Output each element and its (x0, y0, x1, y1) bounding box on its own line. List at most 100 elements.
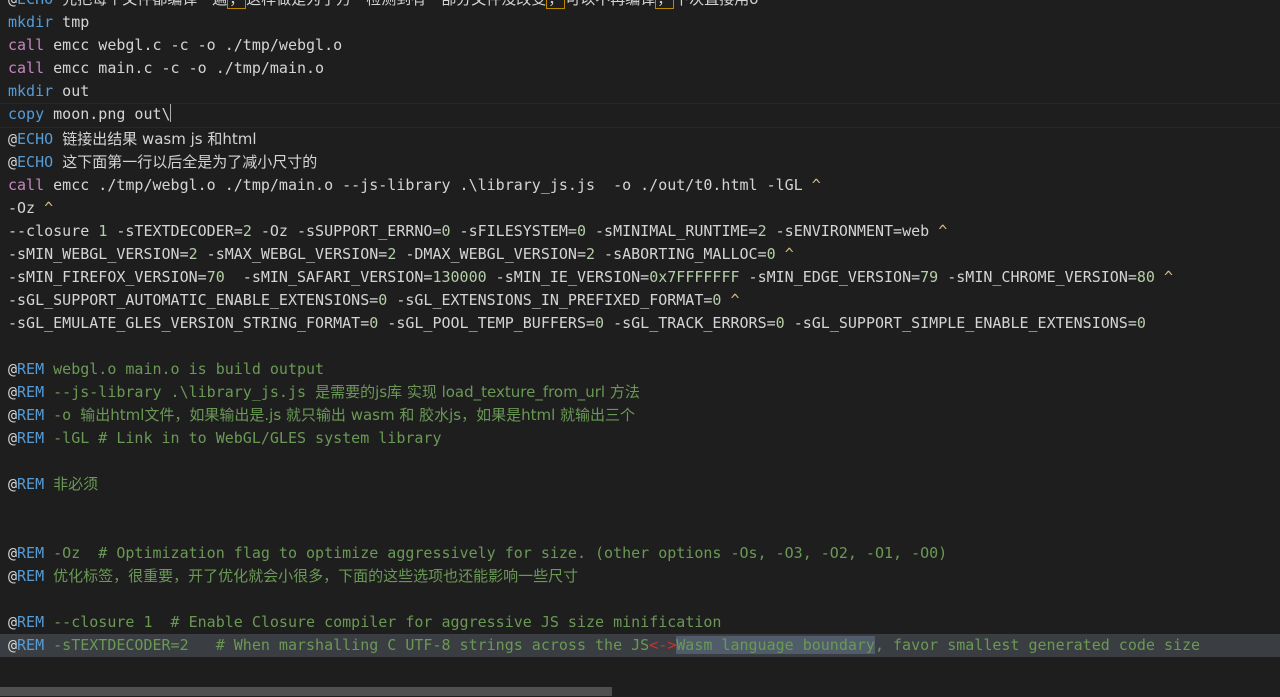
code-token: @ (8, 613, 18, 631)
code-token: mkdir (8, 82, 54, 100)
code-token: 非必须 (53, 475, 99, 493)
horizontal-scrollbar-thumb[interactable] (0, 687, 612, 696)
code-token: @ (8, 567, 18, 585)
code-token: copy (8, 105, 45, 123)
code-line[interactable]: -Oz ^ (0, 197, 1280, 220)
code-token: emcc ./tmp/webgl.o ./tmp/main.o --js-lib… (44, 176, 812, 194)
code-line[interactable]: call emcc main.c -c -o ./tmp/main.o (0, 57, 1280, 80)
code-token: ECHO (17, 130, 54, 148)
code-line[interactable]: @REM --closure 1 # Enable Closure compil… (0, 611, 1280, 634)
code-editor[interactable]: @ECHO 先把每个文件都编译一遍，这样做是为了万一检测到有一部分文件没改变，可… (0, 0, 1280, 697)
code-token: 2 (757, 222, 767, 240)
code-token: -sABORTING_MALLOC= (595, 245, 767, 263)
code-token: 这样做是为了万一检测到有一部分文件没改变 (246, 0, 546, 8)
code-token: 130000 (432, 268, 487, 286)
code-token: 是需要的js库 实现 load_texture_from_url 方法 (315, 383, 640, 401)
code-line[interactable] (0, 588, 1280, 611)
code-token: ECHO (17, 0, 53, 8)
code-token: webgl.o main.o is build output (44, 360, 325, 378)
code-token: 0 (766, 245, 776, 263)
code-token: --js-library .\library_js.js (44, 383, 316, 401)
code-token: @ (8, 360, 18, 378)
code-line[interactable]: @REM --js-library .\library_js.js 是需要的js… (0, 381, 1280, 404)
code-token: 79 (920, 268, 939, 286)
code-line[interactable]: @REM -sTEXTDECODER=2 # When marshalling … (0, 634, 1280, 657)
code-line[interactable]: -sGL_EMULATE_GLES_VERSION_STRING_FORMAT=… (0, 312, 1280, 335)
code-token: ， (227, 0, 247, 9)
code-token: -sGL_SUPPORT_SIMPLE_ENABLE_EXTENSIONS= (784, 314, 1137, 332)
code-token: REM (17, 429, 45, 447)
code-token: @ (8, 383, 18, 401)
code-token: call (8, 36, 45, 54)
code-line[interactable]: -sMIN_WEBGL_VERSION=2 -sMAX_WEBGL_VERSIO… (0, 243, 1280, 266)
code-line[interactable]: copy moon.png out\ (0, 103, 1280, 128)
code-token: 80 (1136, 268, 1155, 286)
code-token: 先把每个文件都编译一遍 (62, 0, 227, 8)
code-token: <-> (649, 636, 677, 654)
text-cursor (169, 104, 171, 122)
code-token: -sMIN_SAFARI_VERSION= (224, 268, 433, 286)
code-token: -sMIN_WEBGL_VERSION= (8, 245, 189, 263)
code-token: emcc webgl.c -c -o ./tmp/webgl.o (44, 36, 343, 54)
code-token: 0 (775, 314, 785, 332)
code-token: -Oz # Optimization flag to optimize aggr… (44, 544, 948, 562)
code-line[interactable]: @ECHO 链接出结果 wasm js 和html (0, 128, 1280, 151)
code-line[interactable]: @REM 非必须 (0, 473, 1280, 496)
code-token: -sMIN_EDGE_VERSION= (739, 268, 921, 286)
code-line[interactable] (0, 335, 1280, 358)
horizontal-scrollbar[interactable] (0, 686, 1280, 697)
code-token: ^ (1164, 268, 1174, 286)
code-text-area[interactable]: @ECHO 先把每个文件都编译一遍，这样做是为了万一检测到有一部分文件没改变，可… (0, 0, 1280, 657)
code-token: mkdir (8, 13, 54, 31)
code-token: -lGL # Link in to WebGL/GLES system libr… (44, 429, 442, 447)
code-token: call (8, 176, 45, 194)
code-token: 这下面第一行以后全是为了减小尺寸的 (62, 153, 318, 171)
code-token: 2 (387, 245, 397, 263)
code-line[interactable]: --closure 1 -sTEXTDECODER=2 -Oz -sSUPPOR… (0, 220, 1280, 243)
code-token: @ (8, 429, 18, 447)
code-token: ECHO (17, 153, 54, 171)
code-token: ， (655, 0, 675, 9)
code-token: -sGL_EMULATE_GLES_VERSION_STRING_FORMAT= (8, 314, 370, 332)
code-token: -sTEXTDECODER= (107, 222, 243, 240)
code-line[interactable]: @REM -Oz # Optimization flag to optimize… (0, 542, 1280, 565)
code-token: 0 (1136, 314, 1146, 332)
code-token: REM (17, 475, 45, 493)
code-token: REM (17, 383, 45, 401)
code-token: moon.png out\ (44, 105, 171, 123)
code-token: 70 (206, 268, 225, 286)
code-token: -sMIN_CHROME_VERSION= (938, 268, 1137, 286)
code-token: -sGL_SUPPORT_AUTOMATIC_ENABLE_EXTENSIONS… (8, 291, 379, 309)
code-token: ^ (784, 245, 794, 263)
code-line[interactable]: @ECHO 先把每个文件都编译一遍，这样做是为了万一检测到有一部分文件没改变，可… (0, 0, 1280, 11)
code-token: -sMIN_FIREFOX_VERSION= (8, 268, 207, 286)
code-token: 1 (98, 222, 108, 240)
code-line[interactable]: @REM 优化标签，很重要，开了优化就会小很多，下面的这些选项也还能影响一些尺寸 (0, 565, 1280, 588)
code-line[interactable]: @ECHO 这下面第一行以后全是为了减小尺寸的 (0, 151, 1280, 174)
code-line[interactable]: -sMIN_FIREFOX_VERSION=70 -sMIN_SAFARI_VE… (0, 266, 1280, 289)
code-token: -DMAX_WEBGL_VERSION= (396, 245, 586, 263)
code-line[interactable]: call emcc ./tmp/webgl.o ./tmp/main.o --j… (0, 174, 1280, 197)
code-line[interactable]: call emcc webgl.c -c -o ./tmp/webgl.o (0, 34, 1280, 57)
code-token: -sMINIMAL_RUNTIME= (586, 222, 758, 240)
code-token: -Oz (8, 199, 45, 217)
code-token: Wasm language boundary (676, 636, 875, 654)
code-token: --closure (8, 222, 99, 240)
code-token: @ (8, 153, 18, 171)
code-token: 2 (188, 245, 198, 263)
code-line[interactable] (0, 519, 1280, 542)
code-line[interactable] (0, 450, 1280, 473)
code-line[interactable]: @REM -lGL # Link in to WebGL/GLES system… (0, 427, 1280, 450)
code-line[interactable]: @REM webgl.o main.o is build output (0, 358, 1280, 381)
code-line[interactable]: mkdir tmp (0, 11, 1280, 34)
code-token: --closure (44, 613, 144, 631)
code-token: -sMIN_IE_VERSION= (486, 268, 650, 286)
code-token: -sGL_TRACK_ERRORS= (604, 314, 776, 332)
code-line[interactable] (0, 496, 1280, 519)
code-line[interactable]: @REM -o 输出html文件，如果输出是.js 就只输出 wasm 和 胶水… (0, 404, 1280, 427)
code-line[interactable]: -sGL_SUPPORT_AUTOMATIC_ENABLE_EXTENSIONS… (0, 289, 1280, 312)
code-line[interactable]: mkdir out (0, 80, 1280, 103)
